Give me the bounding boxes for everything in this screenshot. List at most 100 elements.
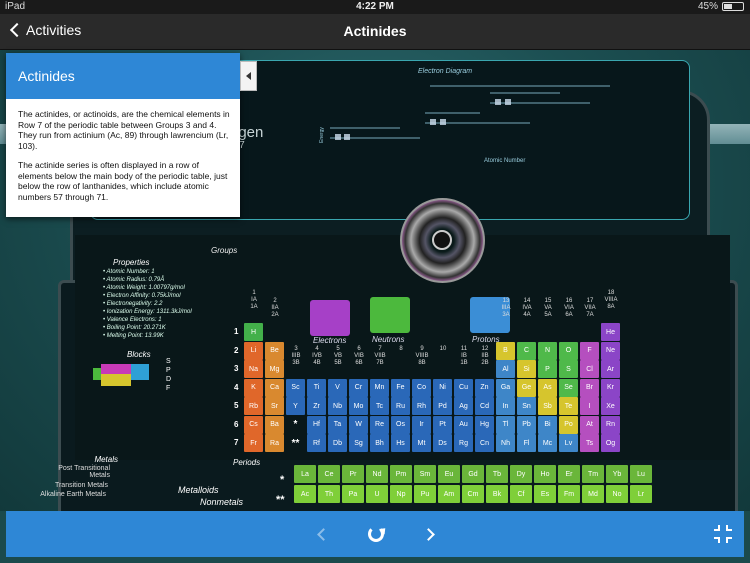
element-cell-F[interactable]: F	[580, 341, 599, 360]
element-cell-Cn[interactable]: Cn	[475, 434, 494, 452]
element-cell-Fe[interactable]: Fe	[391, 378, 410, 397]
element-cell-Kr[interactable]: Kr	[601, 378, 620, 397]
element-cell-Mg[interactable]: Mg	[265, 360, 284, 378]
element-cell-O[interactable]: O	[559, 341, 578, 360]
element-cell-Dy[interactable]: Dy	[510, 465, 532, 483]
element-cell-Ta[interactable]: Ta	[328, 415, 347, 434]
element-cell-Am[interactable]: Am	[438, 485, 460, 503]
element-cell-At[interactable]: At	[580, 415, 599, 434]
element-cell-Na[interactable]: Na	[244, 360, 263, 378]
element-cell-Au[interactable]: Au	[454, 415, 473, 434]
element-cell-Bk[interactable]: Bk	[486, 485, 508, 503]
previous-button[interactable]	[306, 511, 340, 557]
element-cell-Cl[interactable]: Cl	[580, 360, 599, 378]
element-cell-H[interactable]: H	[244, 323, 263, 341]
element-cell-Fr[interactable]: Fr	[244, 434, 263, 452]
element-cell-Ca[interactable]: Ca	[265, 378, 284, 397]
element-cell-Nd[interactable]: Nd	[366, 465, 388, 483]
element-cell-Ir[interactable]: Ir	[412, 415, 431, 434]
element-cell-Ho[interactable]: Ho	[534, 465, 556, 483]
element-cell-Sm[interactable]: Sm	[414, 465, 436, 483]
element-cell-He[interactable]: He	[601, 323, 620, 341]
element-cell-In[interactable]: In	[496, 397, 515, 415]
element-cell-Br[interactable]: Br	[580, 378, 599, 397]
element-cell-Tl[interactable]: Tl	[496, 415, 515, 434]
element-cell-Np[interactable]: Np	[390, 485, 412, 503]
element-cell-Cd[interactable]: Cd	[475, 397, 494, 415]
element-cell-Pb[interactable]: Pb	[517, 415, 536, 434]
element-cell-B[interactable]: B	[496, 341, 515, 360]
refresh-button[interactable]	[359, 511, 393, 557]
element-cell-Hf[interactable]: Hf	[307, 415, 326, 434]
element-cell-K[interactable]: K	[244, 378, 263, 397]
element-cell-Y[interactable]: Y	[286, 397, 305, 415]
element-cell-starstar[interactable]: **	[286, 434, 305, 452]
element-cell-Sr[interactable]: Sr	[265, 397, 284, 415]
element-cell-Yb[interactable]: Yb	[606, 465, 628, 483]
element-cell-Hg[interactable]: Hg	[475, 415, 494, 434]
next-button[interactable]	[411, 511, 445, 557]
element-cell-Db[interactable]: Db	[328, 434, 347, 452]
element-cell-Es[interactable]: Es	[534, 485, 556, 503]
element-cell-Fm[interactable]: Fm	[558, 485, 580, 503]
element-cell-Lv[interactable]: Lv	[559, 434, 578, 452]
element-cell-Rn[interactable]: Rn	[601, 415, 620, 434]
element-cell-La[interactable]: La	[294, 465, 316, 483]
element-cell-Pa[interactable]: Pa	[342, 485, 364, 503]
element-cell-Zn[interactable]: Zn	[475, 378, 494, 397]
element-cell-Sc[interactable]: Sc	[286, 378, 305, 397]
f-block-grid[interactable]: La Ce Pr Nd Pm Sm Eu Gd Tb Dy Ho Er Tm Yb Lu Ac Th Pa U Np P…	[294, 465, 654, 505]
element-cell-Ru[interactable]: Ru	[391, 397, 410, 415]
element-cell-Al[interactable]: Al	[496, 360, 515, 378]
element-cell-Th[interactable]: Th	[318, 485, 340, 503]
element-cell-Og[interactable]: Og	[601, 434, 620, 452]
element-cell-P[interactable]: P	[538, 360, 557, 378]
element-cell-Tc[interactable]: Tc	[370, 397, 389, 415]
element-cell-Rg[interactable]: Rg	[454, 434, 473, 452]
element-cell-Li[interactable]: Li	[244, 341, 263, 360]
element-cell-Lu[interactable]: Lu	[630, 465, 652, 483]
element-cell-star[interactable]: *	[286, 416, 305, 434]
element-cell-Po[interactable]: Po	[559, 415, 578, 434]
element-cell-Xe[interactable]: Xe	[601, 397, 620, 415]
element-cell-Be[interactable]: Be	[265, 341, 284, 360]
element-cell-Mc[interactable]: Mc	[538, 434, 557, 452]
element-cell-Nh[interactable]: Nh	[496, 434, 515, 452]
element-cell-Mn[interactable]: Mn	[370, 378, 389, 397]
element-cell-Er[interactable]: Er	[558, 465, 580, 483]
element-cell-U[interactable]: U	[366, 485, 388, 503]
element-cell-Sb[interactable]: Sb	[538, 397, 557, 415]
element-cell-Se[interactable]: Se	[559, 378, 578, 397]
element-cell-Ni[interactable]: Ni	[433, 378, 452, 397]
element-cell-Re[interactable]: Re	[370, 415, 389, 434]
element-cell-Hs[interactable]: Hs	[391, 434, 410, 452]
element-cell-Mo[interactable]: Mo	[349, 397, 368, 415]
element-cell-Ts[interactable]: Ts	[580, 434, 599, 452]
element-cell-Eu[interactable]: Eu	[438, 465, 460, 483]
element-cell-Cm[interactable]: Cm	[462, 485, 484, 503]
element-cell-Lr[interactable]: Lr	[630, 485, 652, 503]
element-cell-Rb[interactable]: Rb	[244, 397, 263, 415]
element-cell-Pu[interactable]: Pu	[414, 485, 436, 503]
element-cell-Md[interactable]: Md	[582, 485, 604, 503]
element-cell-Co[interactable]: Co	[412, 378, 431, 397]
element-cell-C[interactable]: C	[517, 341, 536, 360]
element-cell-Ag[interactable]: Ag	[454, 397, 473, 415]
element-cell-Ga[interactable]: Ga	[496, 378, 515, 397]
element-cell-S[interactable]: S	[559, 360, 578, 378]
element-cell-Gd[interactable]: Gd	[462, 465, 484, 483]
element-cell-Bh[interactable]: Bh	[370, 434, 389, 452]
element-cell-V[interactable]: V	[328, 378, 347, 397]
element-cell-As[interactable]: As	[538, 378, 557, 397]
element-cell-Pt[interactable]: Pt	[433, 415, 452, 434]
element-cell-Ge[interactable]: Ge	[517, 378, 536, 397]
element-cell-Ar[interactable]: Ar	[601, 360, 620, 378]
element-cell-Fl[interactable]: Fl	[517, 434, 536, 452]
element-cell-Cu[interactable]: Cu	[454, 378, 473, 397]
element-cell-Nb[interactable]: Nb	[328, 397, 347, 415]
element-cell-Ti[interactable]: Ti	[307, 378, 326, 397]
element-cell-Zr[interactable]: Zr	[307, 397, 326, 415]
element-cell-Os[interactable]: Os	[391, 415, 410, 434]
element-cell-Te[interactable]: Te	[559, 397, 578, 415]
element-cell-Rf[interactable]: Rf	[307, 434, 326, 452]
